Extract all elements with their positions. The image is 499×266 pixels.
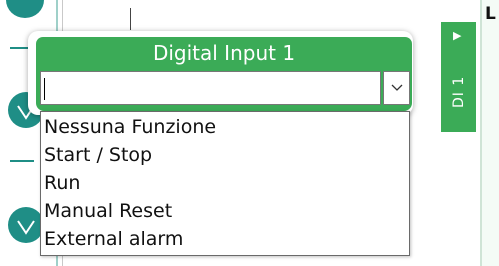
teal-node-top	[6, 0, 44, 18]
popup-title: Digital Input 1	[36, 37, 412, 69]
text-caret	[44, 78, 45, 100]
option-start-stop[interactable]: Start / Stop	[44, 142, 152, 168]
right-panel-letter: L	[485, 4, 496, 24]
option-nessuna-funzione[interactable]: Nessuna Funzione	[44, 114, 216, 140]
chevron-down-icon	[391, 84, 402, 91]
option-run[interactable]: Run	[44, 170, 80, 196]
function-select-input[interactable]	[40, 71, 381, 105]
option-manual-reset[interactable]: Manual Reset	[44, 198, 172, 224]
dropdown-toggle-button[interactable]	[383, 71, 410, 105]
teal-node-bottom[interactable]	[8, 207, 44, 243]
play-arrow-icon[interactable]: ▶	[453, 30, 461, 41]
right-panel: L	[480, 0, 499, 266]
function-dropdown-list: Nessuna Funzione Start / Stop Run Manual…	[40, 111, 410, 256]
teal-chevron-icon	[17, 220, 35, 235]
di1-side-card[interactable]: ▶ DI 1	[441, 22, 476, 132]
di1-label: DI 1	[451, 75, 467, 109]
teal-connector-2	[10, 160, 34, 162]
option-external-alarm[interactable]: External alarm	[44, 226, 183, 252]
vertical-tick	[130, 8, 131, 30]
